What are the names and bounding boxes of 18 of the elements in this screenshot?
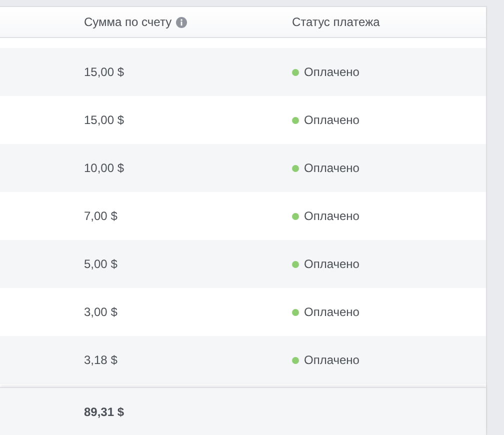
status-cell: Оплачено	[304, 257, 360, 271]
amount-cell-text: 10,00 $	[84, 161, 126, 175]
amount-cell-text: 15,00 $	[84, 65, 126, 79]
info-icon[interactable]	[176, 16, 187, 28]
status-cell: Оплачено	[304, 113, 360, 127]
amount-cell-text: 7,00 $	[84, 209, 118, 223]
total-amount: 89,31 $	[84, 404, 126, 418]
column-header[interactable]: Статус платежа	[292, 15, 380, 29]
amount-cell-text: 3,18 $	[84, 353, 118, 367]
amount-cell-text: 3,00 $	[84, 305, 118, 319]
status-cell: Оплачено	[304, 209, 360, 223]
status-cell: Оплачено	[304, 353, 360, 367]
amount-cell-text: 15,00 $	[84, 113, 126, 127]
status-cell: Оплачено	[304, 65, 360, 79]
amount-cell-text: 5,00 $	[84, 257, 118, 271]
status-cell: Оплачено	[304, 161, 360, 175]
column-header[interactable]: Сумма по счету	[84, 15, 172, 29]
status-cell: Оплачено	[304, 305, 360, 319]
